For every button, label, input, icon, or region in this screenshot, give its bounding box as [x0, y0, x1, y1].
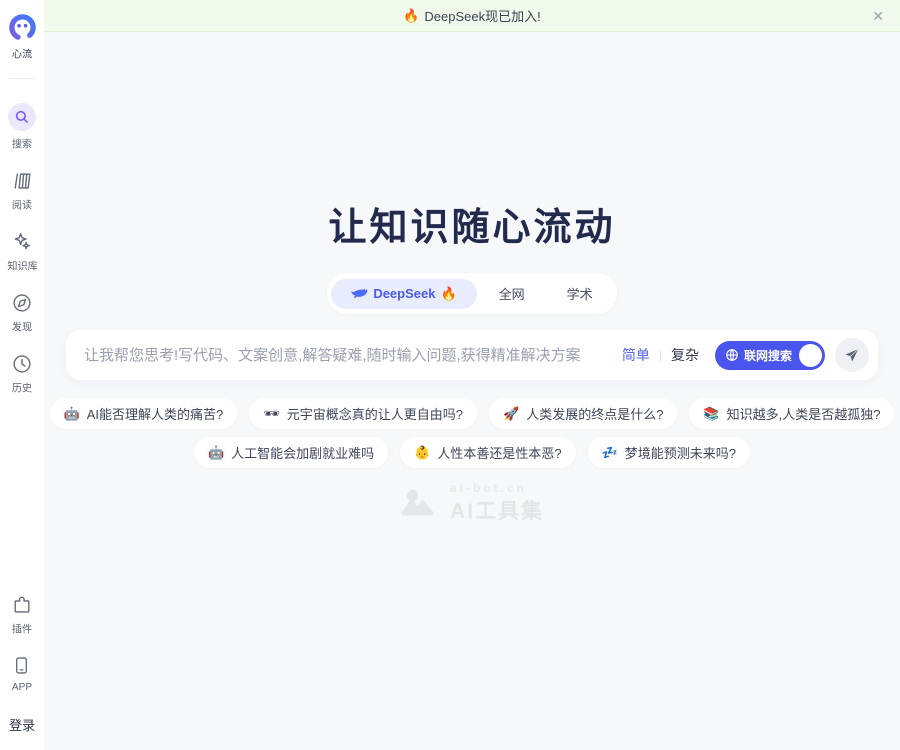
- suggestion-chip[interactable]: 💤 梦境能预测未来吗?: [588, 437, 750, 468]
- deepseek-whale-icon: [351, 287, 368, 300]
- sidebar-item-reading[interactable]: 阅读: [11, 170, 33, 213]
- tab-label: 学术: [567, 284, 593, 303]
- watermark-domain: ai-bot.cn: [450, 481, 544, 495]
- chip-label: 人工智能会加剧就业难吗: [231, 443, 374, 462]
- suggestion-chip[interactable]: 🚀 人类发展的终点是什么?: [489, 398, 677, 429]
- compass-icon: [11, 292, 33, 314]
- mode-divider: |: [659, 348, 662, 362]
- mobile-app-icon: [11, 655, 32, 676]
- chip-label: 人性本善还是性本恶?: [437, 443, 561, 462]
- sidebar-divider: [10, 78, 34, 79]
- sidebar-item-search[interactable]: 搜索: [8, 103, 36, 152]
- tab-academic[interactable]: 学术: [547, 277, 613, 310]
- sidebar-item-label: 知识库: [7, 259, 37, 274]
- flame-icon: 🔥: [403, 8, 419, 24]
- logo-label: 心流: [12, 47, 32, 62]
- sidebar-item-plugins[interactable]: 插件: [11, 594, 33, 637]
- main-content: 🔥 DeepSeek现已加入! ✕ 让知识随心流动 DeepSeek 🔥 全网 …: [44, 0, 900, 750]
- ai-bot-logo-icon: [400, 488, 442, 518]
- robot-emoji-icon: 🤖: [208, 446, 224, 459]
- paper-plane-icon: [844, 347, 860, 363]
- suggestion-chip[interactable]: 🤖 人工智能会加剧就业难吗: [194, 437, 388, 468]
- sidebar-item-label: 阅读: [12, 198, 32, 213]
- history-clock-icon: [11, 353, 33, 375]
- sidebar-item-label: 发现: [12, 320, 32, 335]
- chip-label: 知识越多,人类是否越孤独?: [727, 404, 881, 423]
- sunglasses-emoji-icon: 🕶: [263, 407, 280, 420]
- tab-whole-web[interactable]: 全网: [479, 277, 545, 310]
- chip-label: 元宇宙概念真的让人更自由吗?: [287, 404, 463, 423]
- announcement-banner: 🔥 DeepSeek现已加入! ✕: [44, 0, 900, 32]
- sidebar-item-knowledge-base[interactable]: 知识库: [6, 231, 39, 274]
- mode-simple-button[interactable]: 简单: [622, 345, 650, 365]
- baby-emoji-icon: 👶: [414, 446, 430, 459]
- search-icon: [8, 103, 36, 131]
- send-button[interactable]: [835, 338, 869, 372]
- suggestion-chips-row-2: 🤖 人工智能会加剧就业难吗 👶 人性本善还是性本恶? 💤 梦境能预测未来吗?: [44, 437, 900, 468]
- sidebar-bottom: 插件 APP 登录: [9, 594, 35, 734]
- xinliu-logo-icon: [9, 14, 36, 41]
- sidebar-item-label: APP: [12, 681, 32, 692]
- web-search-toggle[interactable]: 联网搜索: [715, 341, 825, 370]
- tab-label: DeepSeek: [373, 286, 435, 301]
- suggestion-chip[interactable]: 👶 人性本善还是性本恶?: [400, 437, 575, 468]
- reading-icon: [11, 170, 33, 192]
- suggestion-chip[interactable]: 📚 知识越多,人类是否越孤独?: [689, 398, 894, 429]
- sidebar-item-history[interactable]: 历史: [11, 353, 33, 396]
- sidebar-item-label: 历史: [12, 381, 32, 396]
- login-button[interactable]: 登录: [9, 715, 35, 734]
- watermark-title: AI工具集: [450, 495, 544, 525]
- zzz-emoji-icon: 💤: [602, 446, 618, 459]
- sidebar-item-label: 插件: [12, 622, 32, 637]
- tab-label: 全网: [499, 284, 525, 303]
- sidebar-item-app[interactable]: APP: [11, 655, 33, 693]
- watermark: ai-bot.cn AI工具集: [44, 481, 900, 525]
- books-emoji-icon: 📚: [703, 407, 719, 420]
- tab-deepseek[interactable]: DeepSeek 🔥: [331, 279, 476, 309]
- sidebar-item-label: 搜索: [12, 137, 32, 152]
- plugin-puzzle-icon: [11, 594, 33, 616]
- app-logo[interactable]: 心流: [9, 14, 36, 62]
- search-input[interactable]: [84, 347, 622, 364]
- banner-text: DeepSeek现已加入!: [424, 6, 540, 25]
- knowledge-base-icon: [11, 231, 33, 253]
- mode-complex-button[interactable]: 复杂: [671, 345, 699, 365]
- search-scope-tabs: DeepSeek 🔥 全网 学术: [327, 273, 616, 314]
- flame-icon: 🔥: [440, 286, 456, 302]
- robot-emoji-icon: 🤖: [64, 407, 80, 420]
- toggle-knob[interactable]: [799, 344, 822, 367]
- rocket-emoji-icon: 🚀: [503, 407, 519, 420]
- chip-label: 梦境能预测未来吗?: [625, 443, 736, 462]
- search-bar: 简单 | 复杂 联网搜索: [66, 330, 878, 380]
- chip-label: 人类发展的终点是什么?: [526, 404, 663, 423]
- sidebar-item-discover[interactable]: 发现: [11, 292, 33, 335]
- page-title: 让知识随心流动: [44, 196, 900, 251]
- suggestion-chip[interactable]: 🤖 AI能否理解人类的痛苦?: [50, 398, 238, 429]
- suggestion-chips-row-1: 🤖 AI能否理解人类的痛苦? 🕶 元宇宙概念真的让人更自由吗? 🚀 人类发展的终…: [44, 398, 900, 429]
- suggestion-chip[interactable]: 🕶 元宇宙概念真的让人更自由吗?: [249, 398, 477, 429]
- web-search-toggle-label: 联网搜索: [744, 347, 792, 364]
- globe-icon: [725, 348, 739, 362]
- banner-close-icon[interactable]: ✕: [872, 9, 884, 23]
- sidebar: 心流 搜索 阅读 知识库: [0, 0, 44, 750]
- chip-label: AI能否理解人类的痛苦?: [87, 404, 224, 423]
